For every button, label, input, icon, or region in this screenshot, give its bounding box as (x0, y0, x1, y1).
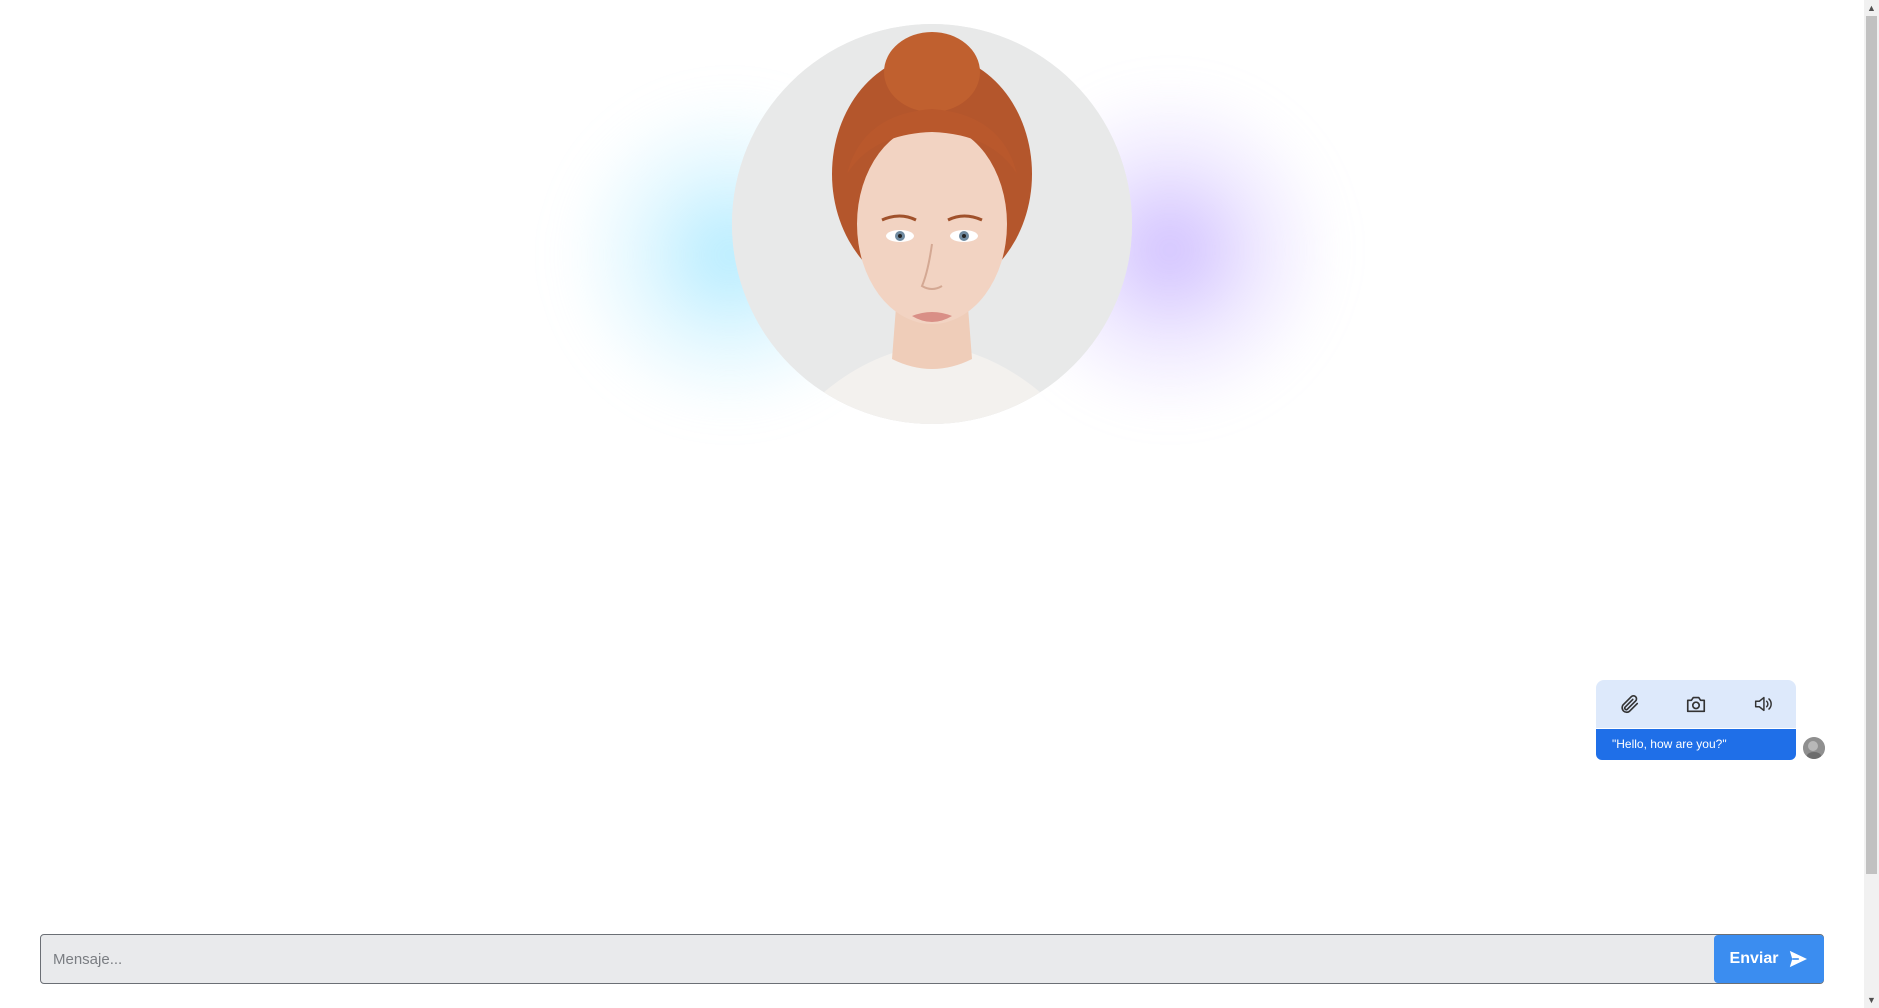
scroll-up-icon[interactable]: ▲ (1864, 0, 1879, 16)
paperclip-icon (1621, 694, 1639, 714)
assistant-avatar (732, 24, 1132, 424)
user-avatar (1803, 737, 1825, 759)
chat-tools-bar (1596, 680, 1796, 728)
camera-button[interactable] (1676, 684, 1716, 724)
attach-button[interactable] (1609, 684, 1649, 724)
user-message-bubble: "Hello, how are you?" (1596, 729, 1796, 760)
page-scrollbar[interactable]: ▲ ▼ (1864, 0, 1879, 1008)
scroll-thumb[interactable] (1866, 16, 1877, 874)
send-button[interactable]: Enviar (1714, 935, 1824, 983)
message-input[interactable] (41, 935, 1823, 983)
speaker-button[interactable] (1743, 684, 1783, 724)
send-button-label: Enviar (1729, 950, 1779, 967)
scroll-down-icon[interactable]: ▼ (1864, 992, 1879, 1008)
camera-icon (1686, 696, 1706, 713)
speaker-icon (1754, 696, 1772, 712)
chat-page: "Hello, how are you?" Enviar (0, 0, 1864, 1008)
message-composer (40, 934, 1824, 984)
send-icon (1790, 950, 1808, 968)
